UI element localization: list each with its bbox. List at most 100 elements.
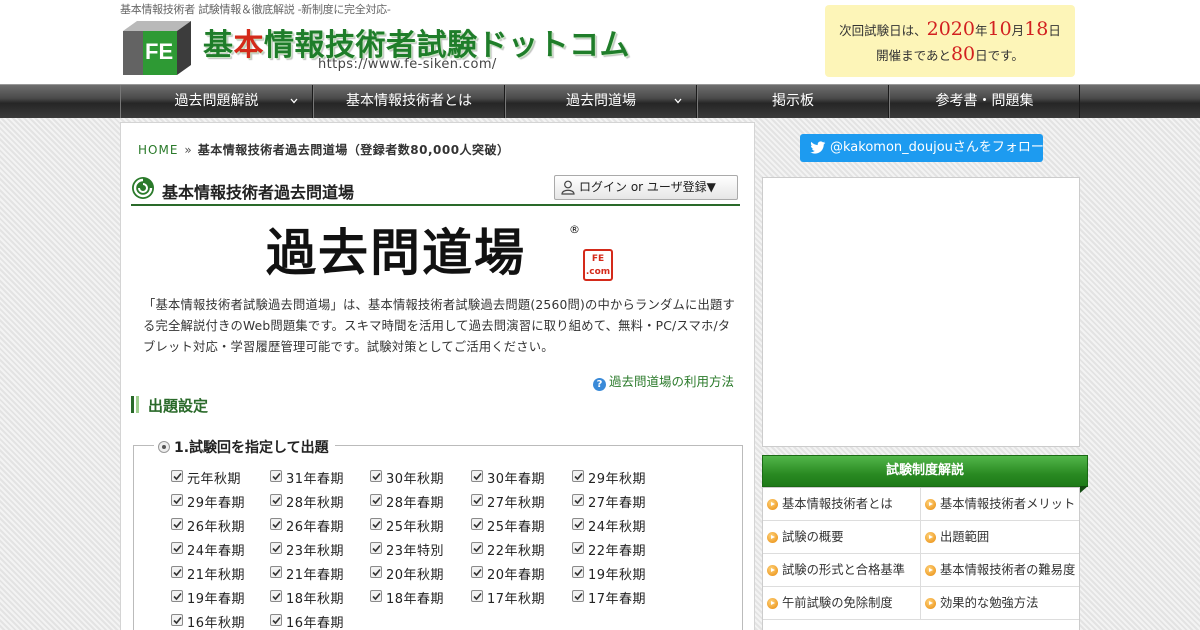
breadcrumb-separator: » (184, 143, 192, 157)
nav-item-past-questions[interactable]: 過去問題解説 (120, 85, 313, 118)
checkbox-label: 26年春期 (286, 520, 345, 535)
checkbox-box[interactable] (171, 614, 183, 626)
checkbox-box[interactable] (171, 590, 183, 602)
checkbox-label: 20年秋期 (386, 568, 445, 583)
check-icon (272, 616, 281, 625)
sidebar-menu-label: 午前試験の免除制度 (782, 596, 893, 610)
fieldset-legend-label: 1.試験回を指定して出題 (174, 440, 329, 456)
checkbox-box[interactable] (370, 566, 382, 578)
heading-fold-icon (1080, 486, 1088, 493)
nav-item-about[interactable]: 基本情報技術者とは (313, 85, 505, 118)
checkbox-box[interactable] (471, 566, 483, 578)
exam-year-unit: 年 (974, 23, 988, 38)
checkbox-box[interactable] (471, 494, 483, 506)
check-icon (173, 472, 182, 481)
checkbox-box[interactable] (471, 470, 483, 482)
checkbox-box[interactable] (572, 542, 584, 554)
check-icon (473, 496, 482, 505)
check-icon (574, 472, 583, 481)
checkbox-label: 27年秋期 (487, 496, 546, 511)
follow-button-label: @kakomon_doujouさんをフォロー (830, 140, 1044, 155)
sidebar-menu-item[interactable]: 基本情報技術者の難易度 (921, 554, 1079, 587)
checkbox-label: 18年春期 (386, 592, 445, 607)
checkbox-box[interactable] (471, 518, 483, 530)
checkbox-box[interactable] (572, 494, 584, 506)
sidebar-menu-item[interactable]: 出題範囲 (921, 521, 1079, 554)
checkbox-box[interactable] (572, 518, 584, 530)
chevron-down-icon (674, 98, 682, 104)
checkbox-box[interactable] (471, 542, 483, 554)
checkbox-label: 24年秋期 (588, 520, 647, 535)
checkbox-box[interactable] (171, 566, 183, 578)
checkbox-box[interactable] (171, 542, 183, 554)
orange-arrow-bullet-icon (925, 598, 936, 609)
checkbox-box[interactable] (270, 566, 282, 578)
site-tagline: 基本情報技術者 試験情報＆徹底解説 -新制度に完全対応- (120, 3, 391, 16)
check-icon (173, 520, 182, 529)
ad-placeholder (762, 177, 1080, 447)
exam-session-fieldset: 1.試験回を指定して出題 元年秋期 31年春期 30年秋期 30年春期 29年秋期 29年… (133, 437, 743, 630)
checkbox-label: 25年春期 (487, 520, 546, 535)
checkbox-label: 30年秋期 (386, 472, 445, 487)
checkbox-box[interactable] (270, 614, 282, 626)
checkbox-box[interactable] (171, 518, 183, 530)
twitter-follow-button[interactable]: @kakomon_doujouさんをフォロー (800, 134, 1044, 162)
sidebar-menu-item[interactable]: 試験の概要 (763, 521, 921, 554)
nav-item-label: 基本情報技術者とは (346, 93, 472, 109)
chevron-down-icon (290, 98, 298, 104)
exam-year: 2020 (926, 18, 975, 40)
checkbox-box[interactable] (370, 542, 382, 554)
site-logo-cube-icon[interactable]: FE (121, 17, 193, 77)
checkbox-box[interactable] (270, 518, 282, 530)
nav-item-label: 参考書・問題集 (935, 93, 1034, 109)
checkbox-label: 27年春期 (588, 496, 647, 511)
checkbox-box[interactable] (171, 494, 183, 506)
checkbox-label: 30年春期 (487, 472, 546, 487)
page-title: 基本情報技術者過去問道場 (162, 183, 355, 202)
radio-selected-icon[interactable] (158, 441, 170, 453)
countdown-prefix: 開催まであと (876, 48, 951, 63)
check-icon (272, 496, 281, 505)
checkbox-label: 16年春期 (286, 616, 345, 630)
nav-item-forum[interactable]: 掲示板 (697, 85, 889, 118)
check-icon (272, 472, 281, 481)
login-register-button[interactable]: ログイン or ユーザ登録▼ (554, 175, 738, 200)
breadcrumb-home-link[interactable]: HOME (138, 143, 178, 157)
checkbox-box[interactable] (370, 470, 382, 482)
checkbox-box[interactable] (572, 470, 584, 482)
orange-arrow-bullet-icon (767, 532, 778, 543)
logo-letters: FE (145, 39, 173, 64)
site-name-part1: 基 (203, 28, 234, 63)
checkbox-box[interactable] (370, 590, 382, 602)
checkbox-box[interactable] (171, 470, 183, 482)
checkbox-box[interactable] (270, 590, 282, 602)
nav-item-dojo[interactable]: 過去問道場 (505, 85, 697, 118)
check-icon (372, 568, 381, 577)
howto-link[interactable]: ? 過去問道場の利用方法 (593, 371, 734, 391)
next-exam-date: 次回試験日は、2020年10月18日 (825, 18, 1075, 40)
sidebar-menu-label: 基本情報技術者とは (782, 497, 893, 511)
sidebar-menu-item[interactable]: 基本情報技術者メリット (921, 488, 1079, 521)
sidebar-menu-label: 出題範囲 (940, 530, 990, 544)
checkbox-box[interactable] (270, 542, 282, 554)
sidebar-menu-item[interactable]: 基本情報技術者とは (763, 488, 921, 521)
checkbox-box[interactable] (270, 470, 282, 482)
site-name-accent: 本 (233, 28, 264, 63)
fieldset-legend[interactable]: 1.試験回を指定して出題 (154, 437, 335, 457)
checkbox-box[interactable] (270, 494, 282, 506)
page-title-row: 基本情報技術者過去問道場 ログイン or ユーザ登録▼ (131, 175, 740, 206)
section-bars-icon (131, 396, 139, 413)
check-icon (173, 544, 182, 553)
checkbox-box[interactable] (572, 566, 584, 578)
checkbox-label: 23年特別 (386, 544, 445, 559)
checkbox-box[interactable] (572, 590, 584, 602)
sidebar-heading: 試験制度解説 (762, 455, 1088, 493)
checkbox-label: 28年春期 (386, 496, 445, 511)
sidebar-menu-item[interactable]: 効果的な勉強方法 (921, 587, 1079, 620)
sidebar-menu-item[interactable]: 試験の形式と合格基準 (763, 554, 921, 587)
nav-item-books[interactable]: 参考書・問題集 (889, 85, 1080, 118)
checkbox-box[interactable] (471, 590, 483, 602)
checkbox-box[interactable] (370, 518, 382, 530)
checkbox-box[interactable] (370, 494, 382, 506)
sidebar-menu-item[interactable]: 午前試験の免除制度 (763, 587, 921, 620)
